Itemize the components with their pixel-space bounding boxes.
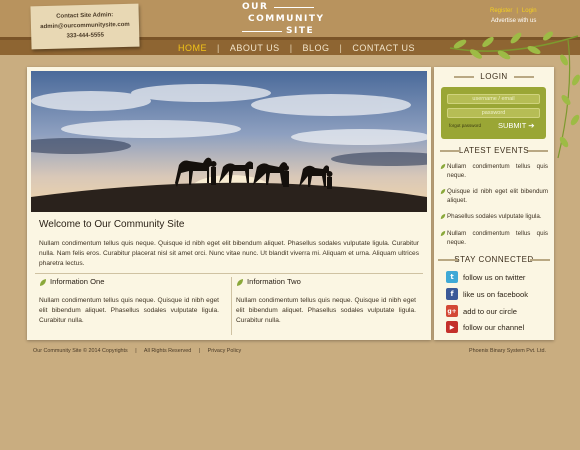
info-one-heading: Information One	[39, 277, 104, 287]
youtube-icon: ▶	[446, 321, 458, 333]
welcome-text: Nullam condimentum tellus quis neque. Qu…	[39, 240, 419, 267]
leaf-icon	[40, 278, 46, 286]
nav-contact-us[interactable]: CONTACT US	[342, 43, 425, 53]
leaf-icon	[440, 213, 446, 220]
google-plus-label: add to our circle	[463, 306, 518, 316]
leaf-icon	[237, 278, 243, 286]
events-heading: LATEST EVENTS	[434, 146, 554, 155]
facebook-label: like us on facebook	[463, 289, 529, 299]
top-links: Register | Login	[488, 8, 539, 14]
advertise-link[interactable]: Advertise with us	[491, 18, 536, 24]
nav-blog[interactable]: BLOG	[293, 43, 340, 53]
info-one-text: Nullam condimentum tellus quis neque. Qu…	[39, 297, 219, 324]
event-text: Quisque id nibh eget elit bibendum aliqu…	[447, 188, 548, 204]
logo-line-1: OUR	[242, 2, 269, 12]
footer-copyright: Our Community Site © 2014 Copyrights	[33, 348, 128, 354]
welcome-title: Welcome to Our Community Site	[39, 219, 185, 230]
footer-separator: |	[198, 348, 201, 354]
leaf-icon	[440, 230, 446, 237]
login-link[interactable]: Login	[522, 8, 537, 14]
footer-rights: All Rights Reserved	[143, 348, 192, 354]
login-heading-text: LOGIN	[480, 72, 508, 81]
event-item[interactable]: Nullam condimentum tellus quis neque.	[440, 229, 548, 247]
privacy-policy-link[interactable]: Privacy Policy	[208, 348, 242, 354]
top-links-separator: |	[516, 8, 518, 14]
footer: Our Community Site © 2014 Copyrights | A…	[33, 348, 247, 354]
password-input[interactable]	[447, 108, 540, 118]
divider	[35, 273, 423, 274]
twitter-link[interactable]: t follow us on twitter	[446, 271, 525, 283]
nav-about-us[interactable]: ABOUT US	[220, 43, 290, 53]
nav-home[interactable]: HOME	[168, 43, 217, 53]
connected-heading-text: STAY CONNECTED	[454, 255, 534, 264]
facebook-link[interactable]: f like us on facebook	[446, 288, 528, 300]
logo-line-3: SITE	[286, 26, 315, 36]
event-text: Nullam condimentum tellus quis neque.	[447, 230, 548, 246]
footer-separator: |	[135, 348, 137, 354]
facebook-icon: f	[446, 288, 458, 300]
hero-image	[31, 71, 427, 212]
footer-credit[interactable]: Phoenix Binary System Pvt. Ltd.	[469, 348, 546, 354]
main-content: Welcome to Our Community Site Nullam con…	[27, 67, 431, 340]
logo-rule	[242, 31, 282, 32]
leaf-icon	[440, 188, 446, 195]
twitter-label: follow us on twitter	[463, 272, 526, 282]
forgot-password-link[interactable]: forgot password	[449, 123, 481, 128]
events-heading-text: LATEST EVENTS	[458, 146, 530, 155]
sidebar: LOGIN forgot password SUBMIT ➔ LATEST EV…	[434, 67, 554, 340]
info-two-text: Nullam condimentum tellus quis neque. Qu…	[236, 297, 416, 324]
heading-rule	[514, 76, 534, 78]
info-two-heading: Information Two	[236, 277, 301, 287]
twitter-icon: t	[446, 271, 458, 283]
site-logo[interactable]: OUR COMMUNITY SITE	[242, 2, 323, 38]
heading-rule	[530, 259, 550, 261]
logo-line-2: COMMUNITY	[248, 14, 325, 24]
connected-heading: STAY CONNECTED	[434, 255, 554, 264]
login-form: forgot password SUBMIT ➔	[441, 87, 546, 139]
google-plus-link[interactable]: g+ add to our circle	[446, 305, 517, 317]
login-heading: LOGIN	[434, 72, 554, 81]
event-text: Nullam condimentum tellus quis neque.	[447, 163, 548, 179]
event-item[interactable]: Phasellus sodales vulputate ligula.	[440, 212, 548, 221]
column-divider	[231, 277, 232, 335]
youtube-label: follow our channel	[463, 322, 525, 332]
main-nav: HOME | ABOUT US | BLOG | CONTACT US	[168, 40, 425, 55]
heading-rule	[454, 76, 474, 78]
google-plus-icon: g+	[446, 305, 458, 317]
logo-rule	[274, 7, 314, 8]
info-one-title: Information One	[50, 277, 105, 286]
leaf-icon	[440, 163, 446, 170]
register-link[interactable]: Register	[490, 8, 512, 14]
event-text: Phasellus sodales vulputate ligula.	[447, 213, 542, 220]
submit-button[interactable]: SUBMIT ➔	[498, 121, 535, 130]
username-input[interactable]	[447, 94, 540, 104]
contact-note: Contact Site Admin: admin@ourcommunitysi…	[30, 3, 140, 50]
heading-rule	[440, 150, 460, 152]
info-two-title: Information Two	[247, 277, 301, 286]
heading-rule	[438, 259, 458, 261]
heading-rule	[528, 150, 548, 152]
youtube-link[interactable]: ▶ follow our channel	[446, 321, 524, 333]
event-item[interactable]: Nullam condimentum tellus quis neque.	[440, 162, 548, 180]
event-item[interactable]: Quisque id nibh eget elit bibendum aliqu…	[440, 187, 548, 205]
